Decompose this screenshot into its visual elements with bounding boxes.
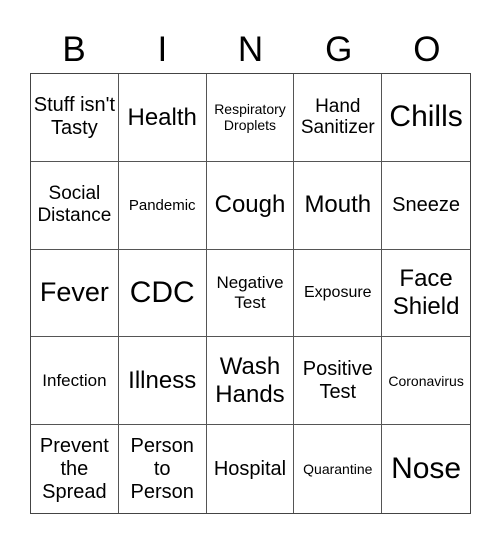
bingo-cell[interactable]: Face Shield	[382, 250, 470, 338]
bingo-cell[interactable]: Person to Person	[119, 425, 207, 513]
bingo-cell[interactable]: Sneeze	[382, 162, 470, 250]
bingo-cell[interactable]: Health	[118, 74, 207, 162]
bingo-cell[interactable]: Exposure	[294, 249, 383, 338]
bingo-cell[interactable]: Pandemic	[118, 161, 207, 250]
header-letter-i: I	[157, 30, 168, 69]
header-letter-o: O	[413, 30, 441, 69]
bingo-cell[interactable]: CDC	[118, 249, 207, 338]
bingo-cell[interactable]: Coronavirus	[382, 337, 470, 426]
bingo-card: Stuff isn't Tasty Health Respiratory Dro…	[30, 73, 471, 514]
bingo-cell[interactable]: Wash Hands	[206, 337, 295, 426]
bingo-cell[interactable]: Nose	[382, 425, 470, 513]
bingo-cell[interactable]: Respiratory Droplets	[206, 74, 295, 162]
bingo-cell[interactable]: Social Distance	[31, 161, 119, 250]
bingo-cell[interactable]: Prevent the Spread	[31, 425, 119, 513]
bingo-cell[interactable]: Positive Test	[294, 337, 383, 426]
bingo-cell[interactable]: Hospital	[207, 425, 295, 513]
bingo-cell[interactable]: Illness	[118, 337, 207, 426]
bingo-cell[interactable]: Chills	[382, 74, 470, 162]
bingo-header: B I N G O	[30, 28, 471, 72]
bingo-cell[interactable]: Negative Test	[206, 249, 295, 338]
header-letter-b: B	[62, 30, 86, 69]
bingo-cell[interactable]: Mouth	[294, 161, 383, 250]
bingo-cell[interactable]: Quarantine	[294, 425, 383, 513]
header-letter-n: N	[237, 30, 264, 69]
bingo-cell[interactable]: Stuff isn't Tasty	[31, 74, 119, 162]
bingo-cell[interactable]: Hand Sanitizer	[294, 74, 383, 162]
header-letter-g: G	[325, 30, 353, 69]
bingo-cell[interactable]: Fever	[31, 249, 119, 338]
bingo-cell[interactable]: Infection	[31, 337, 119, 426]
bingo-cell[interactable]: Cough	[206, 161, 295, 250]
